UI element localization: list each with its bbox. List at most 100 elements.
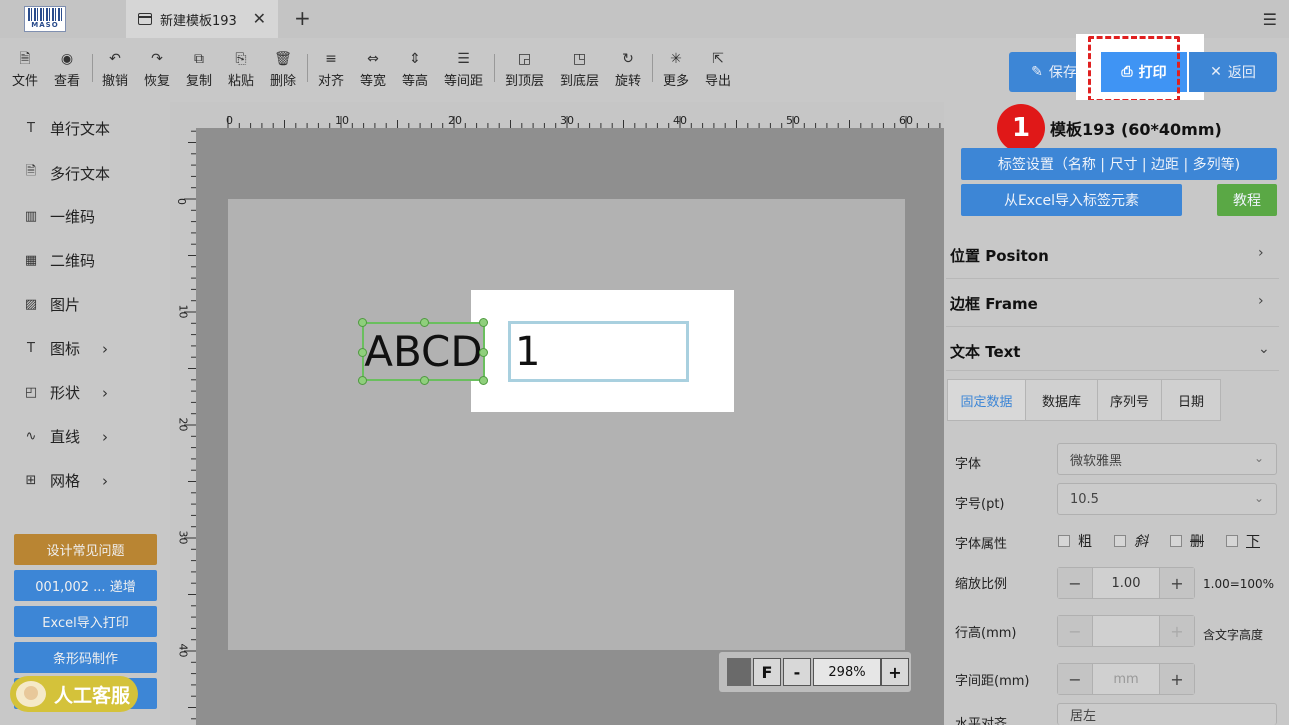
tutorial-button[interactable]: 教程 — [1217, 184, 1277, 216]
zoom-in-button[interactable]: + — [881, 658, 909, 686]
minus-icon[interactable]: − — [1058, 616, 1092, 646]
letter-spacing-stepper[interactable]: − mm + — [1057, 663, 1195, 695]
align-button[interactable]: ≡ 对齐 — [318, 50, 344, 89]
ruler-x-label: 50 — [786, 114, 800, 127]
halign-select[interactable]: 居左 — [1057, 703, 1277, 725]
add-image[interactable]: ▨ 图片 — [24, 294, 80, 315]
chevron-down-icon[interactable]: ⌄ — [1258, 341, 1270, 357]
italic-checkbox[interactable]: 斜 — [1114, 531, 1148, 551]
chevron-down-icon: ⌄ — [1253, 491, 1264, 505]
font-select[interactable]: 微软雅黑 ⌄ — [1057, 443, 1277, 475]
image-icon: ▨ — [24, 297, 38, 312]
logo-text: MASO — [31, 21, 59, 29]
undo-button[interactable]: ↶ 撤销 — [102, 50, 128, 89]
add-tab-icon[interactable]: + — [294, 6, 311, 30]
underline-checkbox[interactable]: 下 — [1226, 531, 1260, 551]
add-line[interactable]: ∿ 直线 › — [24, 426, 108, 447]
undo-icon: ↶ — [109, 51, 121, 67]
resize-handle[interactable] — [479, 318, 488, 327]
bring-front-button[interactable]: ◲ 到顶层 — [505, 50, 544, 89]
halign-label: 水平对齐 — [955, 717, 1008, 725]
equal-height-button[interactable]: ⇕ 等高 — [402, 50, 428, 89]
resize-handle[interactable] — [420, 318, 429, 327]
strike-checkbox[interactable]: 删 — [1170, 531, 1204, 551]
tab-date[interactable]: 日期 — [1162, 380, 1220, 420]
zoom-value[interactable]: 298% — [813, 658, 881, 686]
support-avatar-icon — [14, 679, 48, 709]
add-single-line-text[interactable]: T 单行文本 — [24, 118, 110, 139]
chevron-right-icon[interactable]: › — [1258, 245, 1264, 261]
app-logo: MASO — [24, 6, 66, 32]
add-barcode[interactable]: ▥ 一维码 — [24, 206, 95, 227]
line-height-note: 含文字高度 — [1203, 628, 1264, 642]
excel-import-print-button[interactable]: Excel导入打印 — [14, 606, 157, 637]
plus-icon[interactable]: + — [1160, 616, 1194, 646]
resize-handle[interactable] — [358, 376, 367, 385]
section-text[interactable]: 文本 Text — [950, 341, 1020, 362]
equal-width-button[interactable]: ⇔ 等宽 — [360, 50, 386, 89]
tab-template[interactable]: 新建模板193 ✕ — [126, 0, 278, 38]
equal-spacing-button[interactable]: ☰ 等间距 — [444, 50, 483, 89]
barcode-make-button[interactable]: 条形码制作 — [14, 642, 157, 673]
plus-icon[interactable]: + — [1160, 664, 1194, 694]
paste-button[interactable]: ⎘ 粘贴 — [228, 50, 254, 89]
ruler-y-label: 10 — [176, 304, 190, 319]
section-position[interactable]: 位置 Positon — [950, 245, 1049, 266]
copy-button[interactable]: ⧉ 复制 — [186, 50, 212, 89]
label-sheet[interactable] — [228, 199, 905, 650]
close-icon[interactable]: ✕ — [253, 9, 266, 28]
chevron-right-icon[interactable]: › — [1258, 293, 1264, 309]
label-settings-button[interactable]: 标签设置（名称 | 尺寸 | 边距 | 多列等) — [961, 148, 1277, 180]
minus-icon[interactable]: − — [1058, 568, 1092, 598]
redo-button[interactable]: ↷ 恢复 — [144, 50, 170, 89]
add-grid[interactable]: ⊞ 网格 › — [24, 470, 108, 491]
resize-handle[interactable] — [358, 348, 367, 357]
excel-import-elements-button[interactable]: 从Excel导入标签元素 — [961, 184, 1182, 216]
line-height-stepper[interactable]: − + — [1057, 615, 1195, 647]
edit-icon: ✎ — [1031, 64, 1043, 80]
fit-button[interactable]: F — [753, 658, 781, 686]
export-button[interactable]: ⇱ 导出 — [705, 50, 731, 89]
resize-handle[interactable] — [479, 348, 488, 357]
window-icon — [138, 13, 152, 25]
resize-handle[interactable] — [420, 376, 429, 385]
font-size-select[interactable]: 10.5 ⌄ — [1057, 483, 1277, 515]
tab-label: 新建模板193 — [160, 13, 237, 29]
qrcode-icon: ▦ — [24, 253, 38, 268]
resize-handle[interactable] — [479, 376, 488, 385]
add-shape[interactable]: ◰ 形状 › — [24, 382, 108, 403]
text-element-selected[interactable]: ABCD — [362, 322, 485, 381]
design-faq-button[interactable]: 设计常见问题 — [14, 534, 157, 565]
resize-handle[interactable] — [358, 318, 367, 327]
divider — [946, 370, 1279, 371]
rotate-button[interactable]: ↻ 旋转 — [615, 50, 641, 89]
tab-database[interactable]: 数据库 — [1026, 380, 1098, 420]
send-back-icon: ◳ — [572, 51, 587, 67]
add-multiline-text[interactable]: 🗎 多行文本 — [24, 162, 110, 184]
equal-height-icon: ⇕ — [409, 51, 421, 67]
scale-stepper[interactable]: − 1.00 + — [1057, 567, 1195, 599]
tab-fixed-data[interactable]: 固定数据 — [948, 380, 1026, 420]
tab-serial[interactable]: 序列号 — [1098, 380, 1162, 420]
increment-button[interactable]: 001,002 ... 递增 — [14, 570, 157, 601]
ruler-x-label: 10 — [335, 114, 349, 127]
bold-checkbox[interactable]: 粗 — [1058, 531, 1092, 551]
file-button[interactable]: 🗎 文件 — [12, 50, 38, 89]
delete-button[interactable]: 🗑 删除 — [270, 50, 296, 89]
zoom-out-button[interactable]: - — [783, 658, 811, 686]
barcode-icon: ▥ — [24, 209, 38, 224]
background-color-swatch[interactable] — [727, 658, 751, 686]
back-button[interactable]: ✕ 返回 — [1189, 52, 1277, 92]
minus-icon[interactable]: − — [1058, 664, 1092, 694]
add-icon[interactable]: T 图标 › — [24, 338, 108, 359]
hamburger-menu-icon[interactable]: ☰ — [1263, 10, 1277, 29]
ruler-horizontal — [170, 102, 944, 128]
add-qrcode[interactable]: ▦ 二维码 — [24, 250, 95, 271]
view-button[interactable]: ◉ 查看 — [54, 50, 80, 89]
more-button[interactable]: ✳ 更多 — [663, 50, 689, 89]
text-element[interactable]: 1 — [508, 321, 689, 382]
send-back-button[interactable]: ◳ 到底层 — [560, 50, 599, 89]
section-frame[interactable]: 边框 Frame — [950, 293, 1038, 314]
customer-service-button[interactable]: 人工客服 — [10, 676, 138, 712]
plus-icon[interactable]: + — [1160, 568, 1194, 598]
